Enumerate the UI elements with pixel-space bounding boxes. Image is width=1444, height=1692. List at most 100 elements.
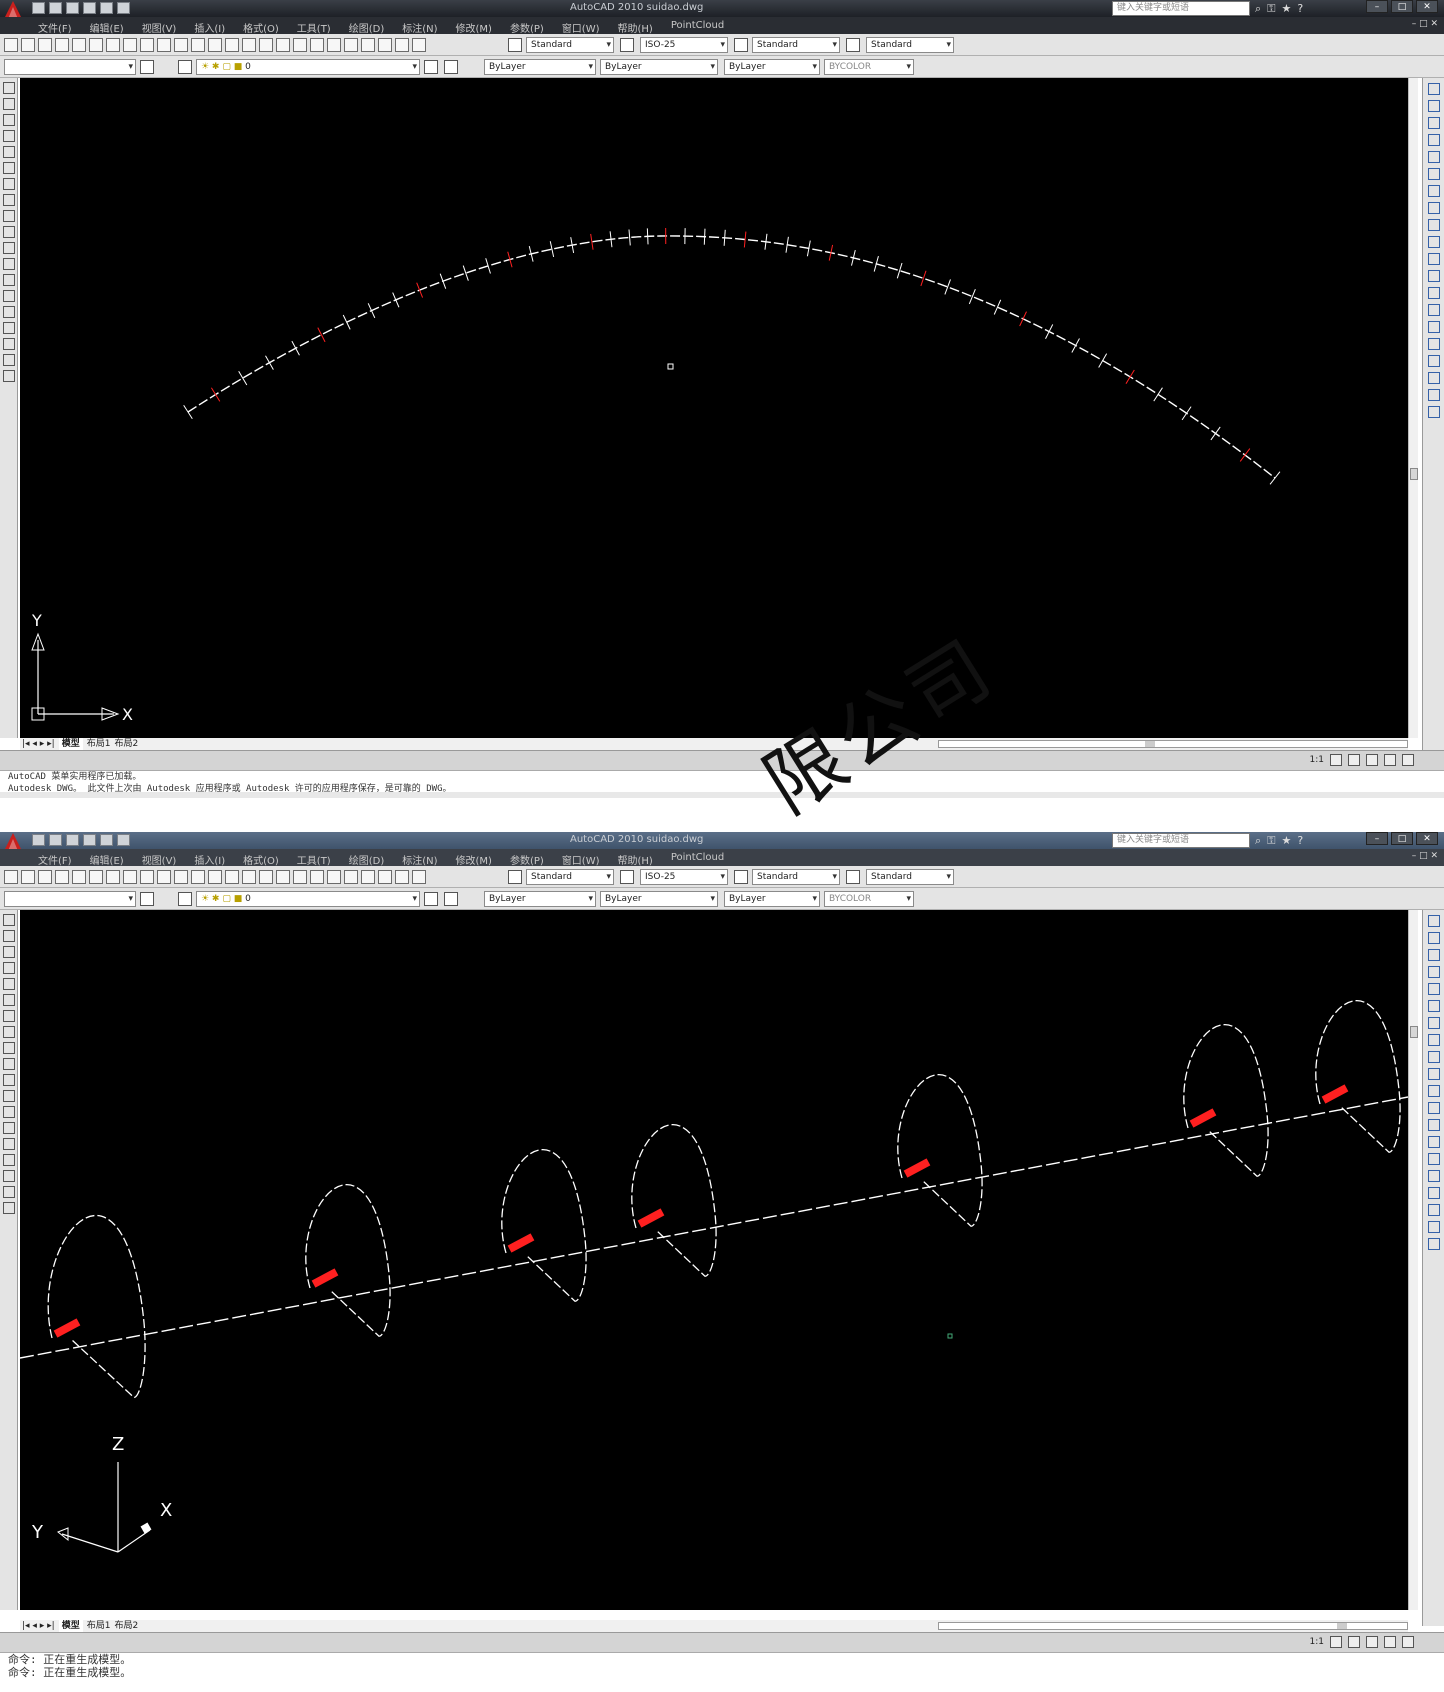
plot-icon[interactable] bbox=[117, 2, 130, 14]
plotstyle-combo[interactable]: BYCOLOR bbox=[824, 59, 914, 75]
color-combo[interactable]: ByLayer bbox=[484, 891, 596, 907]
scale-icon[interactable] bbox=[1428, 1034, 1440, 1046]
table-icon[interactable] bbox=[3, 354, 15, 366]
3dwf-icon[interactable] bbox=[106, 870, 120, 884]
lengthen-icon[interactable] bbox=[1428, 406, 1440, 418]
vertical-scrollbar[interactable] bbox=[1408, 78, 1418, 738]
plotstyle-combo[interactable]: BYCOLOR bbox=[824, 891, 914, 907]
join-icon[interactable] bbox=[1428, 1119, 1440, 1131]
menu-tools[interactable]: 工具(T) bbox=[297, 20, 331, 35]
fillet-icon[interactable] bbox=[1428, 1153, 1440, 1165]
copy-icon[interactable] bbox=[140, 870, 154, 884]
drawing-canvas[interactable]: X Y bbox=[20, 78, 1408, 738]
tool-palettes-icon[interactable] bbox=[344, 870, 358, 884]
search-input[interactable]: 键入关键字或短语 bbox=[1112, 1, 1250, 16]
zoom-window-icon[interactable] bbox=[276, 38, 290, 52]
trim-icon[interactable] bbox=[1428, 236, 1440, 248]
layer-combo[interactable]: ☀ ✱ ▢ ■ 0 bbox=[196, 891, 420, 907]
menu-modify[interactable]: 修改(M) bbox=[456, 20, 492, 35]
multileader-style-icon[interactable] bbox=[846, 870, 860, 884]
text-edit-icon[interactable] bbox=[1428, 1204, 1440, 1216]
array-icon[interactable] bbox=[1428, 151, 1440, 163]
table-style-icon[interactable] bbox=[734, 870, 748, 884]
fillet-icon[interactable] bbox=[1428, 321, 1440, 333]
binoculars-icon[interactable]: ⌕ bbox=[1255, 2, 1261, 16]
text-edit-icon[interactable] bbox=[1428, 372, 1440, 384]
rotate-icon[interactable] bbox=[1428, 1017, 1440, 1029]
pan-icon[interactable] bbox=[242, 38, 256, 52]
zoom-previous-icon[interactable] bbox=[293, 870, 307, 884]
extend-icon[interactable] bbox=[1428, 253, 1440, 265]
make-current-icon[interactable] bbox=[424, 892, 438, 906]
region-icon[interactable] bbox=[3, 338, 15, 350]
multileader-style-combo[interactable]: Standard bbox=[866, 37, 954, 53]
open-icon[interactable] bbox=[21, 870, 35, 884]
workspace-switch-icon[interactable] bbox=[1366, 1636, 1378, 1648]
drawing-canvas[interactable]: Z X Y bbox=[20, 910, 1408, 1610]
text-style-icon[interactable] bbox=[508, 870, 522, 884]
open-icon[interactable] bbox=[49, 2, 62, 14]
menu-help[interactable]: 帮助(H) bbox=[618, 852, 653, 867]
revcloud-icon[interactable] bbox=[3, 194, 15, 206]
annotation-scale[interactable]: 1:1 bbox=[1310, 755, 1324, 765]
tab-model[interactable]: 模型 bbox=[58, 1620, 83, 1632]
stretch-icon[interactable] bbox=[1428, 219, 1440, 231]
menu-parametric[interactable]: 参数(P) bbox=[510, 852, 544, 867]
layer-manager-icon[interactable] bbox=[178, 892, 192, 906]
redo-icon[interactable] bbox=[100, 2, 113, 14]
help-icon[interactable]: ? bbox=[1297, 2, 1303, 16]
horizontal-scrollbar[interactable] bbox=[938, 740, 1408, 748]
preview-icon[interactable] bbox=[72, 38, 86, 52]
ellipse-arc-icon[interactable] bbox=[3, 1074, 15, 1086]
rotate-icon[interactable] bbox=[1428, 185, 1440, 197]
circle-icon[interactable] bbox=[3, 1010, 15, 1022]
ellipse-icon[interactable] bbox=[3, 226, 15, 238]
make-current-icon[interactable] bbox=[424, 60, 438, 74]
tab-layout1[interactable]: 布局1 bbox=[87, 738, 111, 750]
paste-icon[interactable] bbox=[157, 38, 171, 52]
menu-draw[interactable]: 绘图(D) bbox=[349, 852, 385, 867]
plot-icon[interactable] bbox=[117, 834, 130, 846]
paste-icon[interactable] bbox=[157, 870, 171, 884]
linetype-combo[interactable]: ByLayer bbox=[600, 891, 718, 907]
search-input[interactable]: 键入关键字或短语 bbox=[1112, 833, 1250, 848]
plot-icon[interactable] bbox=[55, 870, 69, 884]
calculator-icon[interactable] bbox=[395, 870, 409, 884]
polyline-icon[interactable] bbox=[3, 114, 15, 126]
design-center-icon[interactable] bbox=[327, 870, 341, 884]
markup-icon[interactable] bbox=[378, 38, 392, 52]
annotation-visibility-icon[interactable] bbox=[1330, 754, 1342, 766]
properties-icon[interactable] bbox=[310, 38, 324, 52]
zoom-realtime-icon[interactable] bbox=[259, 870, 273, 884]
tab-nav-arrows[interactable]: |◂ ◂ ▸ ▸| bbox=[22, 738, 55, 750]
lock-icon[interactable] bbox=[1384, 1636, 1396, 1648]
move-icon[interactable] bbox=[1428, 1000, 1440, 1012]
menu-window[interactable]: 窗口(W) bbox=[562, 852, 600, 867]
menu-window[interactable]: 窗口(W) bbox=[562, 20, 600, 35]
menu-view[interactable]: 视图(V) bbox=[142, 852, 177, 867]
clean-screen-icon[interactable] bbox=[1402, 1636, 1414, 1648]
markup-icon[interactable] bbox=[378, 870, 392, 884]
point-icon[interactable] bbox=[3, 1122, 15, 1134]
chamfer-icon[interactable] bbox=[1428, 304, 1440, 316]
mirror-icon[interactable] bbox=[1428, 949, 1440, 961]
hscroll-thumb[interactable] bbox=[1337, 1623, 1347, 1629]
menu-view[interactable]: 视图(V) bbox=[142, 20, 177, 35]
menu-dimension[interactable]: 标注(N) bbox=[402, 852, 437, 867]
mtext-icon[interactable] bbox=[3, 1202, 15, 1214]
array-icon[interactable] bbox=[1428, 983, 1440, 995]
minimize-button[interactable]: – bbox=[1366, 0, 1388, 13]
explode-icon[interactable] bbox=[1428, 1170, 1440, 1182]
menu-help[interactable]: 帮助(H) bbox=[618, 20, 653, 35]
vertical-scrollbar[interactable] bbox=[1408, 910, 1418, 1610]
command-scrollbar[interactable] bbox=[0, 792, 1444, 798]
close-button[interactable]: ✕ bbox=[1416, 0, 1438, 13]
redo-icon[interactable] bbox=[100, 834, 113, 846]
hscroll-thumb[interactable] bbox=[1145, 741, 1155, 747]
workspace-combo[interactable] bbox=[4, 59, 136, 75]
layer-previous-icon[interactable] bbox=[444, 892, 458, 906]
break-icon[interactable] bbox=[1428, 270, 1440, 282]
hatch-icon[interactable] bbox=[3, 306, 15, 318]
line-icon[interactable] bbox=[3, 914, 15, 926]
menu-modify[interactable]: 修改(M) bbox=[456, 852, 492, 867]
